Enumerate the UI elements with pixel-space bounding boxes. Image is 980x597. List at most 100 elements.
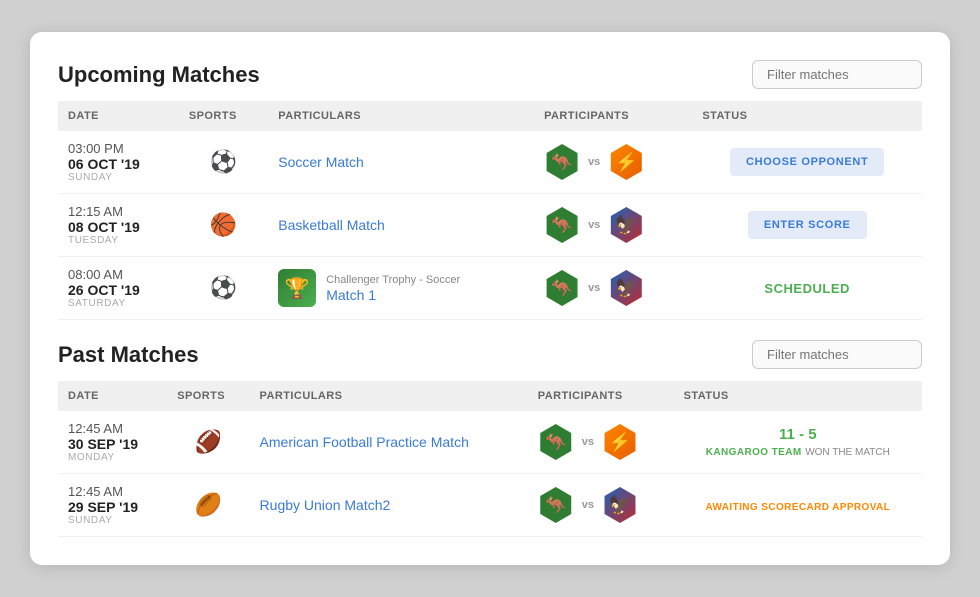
match-date: 08 OCT '19 [68,219,169,235]
participants-col: 🦘 vs 🦅 [534,194,692,257]
sport-icon-soccer: ⚽ [189,149,258,175]
status-cell: SCHEDULED [692,257,922,320]
status-cell: ENTER SCORE [692,194,922,257]
team2-hex: ⚡ [608,144,644,180]
status-cell: 11 - 5 KANGAROO TEAM WON THE MATCH [674,411,922,474]
participants-cell: 🦘 vs 🦅 [544,270,682,306]
main-card: Upcoming Matches DATE SPORTS PARTICULARS… [30,32,950,565]
status-cell: AWAITING SCORECARD APPROVAL [674,474,922,537]
sport-cell: 🏈 [167,411,249,474]
team2-hex: 🦅 [602,487,638,523]
col-particulars-past: PARTICULARS [250,381,528,411]
col-date-upcoming: DATE [58,101,179,131]
participants-col: 🦘 vs 🦅 [534,257,692,320]
past-table: DATE SPORTS PARTICULARS PARTICIPANTS STA… [58,381,922,537]
sport-cell: ⚽ [179,257,268,320]
particular-sub: Challenger Trophy - Soccer [326,274,460,286]
particular-cell: Soccer Match [268,131,534,194]
team2-hex: 🦅 [608,270,644,306]
particular-link[interactable]: Match 1 [326,287,376,303]
team2-hex: ⚡ [602,424,638,460]
match-date: 26 OCT '19 [68,282,169,298]
team1-hex: 🦘 [544,144,580,180]
vs-text: vs [588,156,600,168]
team1-hex: 🦘 [538,487,574,523]
col-participants-past: PARTICIPANTS [528,381,674,411]
vs-text: vs [582,436,594,448]
sport-cell: 🏀 [179,194,268,257]
team1-hex: 🦘 [538,424,574,460]
particular-cell: 🏆 Challenger Trophy - Soccer Match 1 [268,257,534,320]
date-cell: 03:00 PM 06 OCT '19 SUNDAY [58,131,179,194]
table-row: 12:15 AM 08 OCT '19 TUESDAY 🏀 Basketball… [58,194,922,257]
participants-cell: 🦘 vs 🦅 [544,207,682,243]
upcoming-section-header: Upcoming Matches [58,60,922,89]
particular-cell: Basketball Match [268,194,534,257]
col-date-past: DATE [58,381,167,411]
past-section-header: Past Matches [58,340,922,369]
score-status: 11 - 5 KANGAROO TEAM WON THE MATCH [684,426,912,458]
table-row: 08:00 AM 26 OCT '19 SATURDAY ⚽ 🏆 Challen… [58,257,922,320]
particular-link[interactable]: Basketball Match [278,217,385,233]
enter-score-button[interactable]: ENTER SCORE [748,211,867,239]
date-cell: 12:15 AM 08 OCT '19 TUESDAY [58,194,179,257]
team1-hex: 🦘 [544,207,580,243]
table-row: 12:45 AM 29 SEP '19 SUNDAY 🏉 Rugby Union… [58,474,922,537]
particular-info: Challenger Trophy - Soccer Match 1 [326,274,460,303]
match-date: 06 OCT '19 [68,156,169,172]
date-cell: 12:45 AM 30 SEP '19 MONDAY [58,411,167,474]
participants-col: 🦘 vs ⚡ [534,131,692,194]
past-filter-input[interactable] [752,340,922,369]
particular-link[interactable]: American Football Practice Match [260,434,469,450]
col-status-upcoming: STATUS [692,101,922,131]
sport-icon-american-football: 🏈 [177,429,239,455]
scheduled-status: SCHEDULED [764,281,850,296]
sport-cell: ⚽ [179,131,268,194]
particular-link[interactable]: Rugby Union Match2 [260,497,391,513]
particular-cell: American Football Practice Match [250,411,528,474]
date-cell: 08:00 AM 26 OCT '19 SATURDAY [58,257,179,320]
vs-text: vs [582,499,594,511]
sport-icon-basketball: 🏀 [189,212,258,238]
match-day: SUNDAY [68,172,169,183]
match-time: 08:00 AM [68,267,169,282]
participants-cell: 🦘 vs ⚡ [538,424,664,460]
vs-text: vs [588,219,600,231]
col-particulars-upcoming: PARTICULARS [268,101,534,131]
sport-cell: 🏉 [167,474,249,537]
vs-text: vs [588,282,600,294]
winner-label: KANGAROO TEAM WON THE MATCH [684,443,912,458]
choose-opponent-button[interactable]: CHOOSE OPPONENT [730,148,884,176]
sport-icon-soccer: ⚽ [189,275,258,301]
participants-cell: 🦘 vs ⚡ [544,144,682,180]
upcoming-filter-input[interactable] [752,60,922,89]
awaiting-status: AWAITING SCORECARD APPROVAL [705,502,890,513]
particular-cell: Rugby Union Match2 [250,474,528,537]
participants-cell: 🦘 vs 🦅 [538,487,664,523]
match-date: 30 SEP '19 [68,436,157,452]
past-title: Past Matches [58,342,199,368]
table-row: 03:00 PM 06 OCT '19 SUNDAY ⚽ Soccer Matc… [58,131,922,194]
match-day: TUESDAY [68,235,169,246]
match-day: SATURDAY [68,298,169,309]
match-time: 12:15 AM [68,204,169,219]
match-date: 29 SEP '19 [68,499,157,515]
team2-hex: 🦅 [608,207,644,243]
col-sports-past: SPORTS [167,381,249,411]
trophy-badge: 🏆 [278,269,316,307]
status-cell: CHOOSE OPPONENT [692,131,922,194]
match-time: 12:45 AM [68,421,157,436]
score-value: 11 - 5 [684,426,912,443]
match-day: SUNDAY [68,515,157,526]
particular-with-badge: 🏆 Challenger Trophy - Soccer Match 1 [278,269,524,307]
upcoming-table: DATE SPORTS PARTICULARS PARTICIPANTS STA… [58,101,922,320]
sport-icon-rugby: 🏉 [177,492,239,518]
match-time: 03:00 PM [68,141,169,156]
col-participants-upcoming: PARTICIPANTS [534,101,692,131]
past-header-row: DATE SPORTS PARTICULARS PARTICIPANTS STA… [58,381,922,411]
participants-col: 🦘 vs ⚡ [528,411,674,474]
table-row: 12:45 AM 30 SEP '19 MONDAY 🏈 American Fo… [58,411,922,474]
date-cell: 12:45 AM 29 SEP '19 SUNDAY [58,474,167,537]
match-day: MONDAY [68,452,157,463]
particular-link[interactable]: Soccer Match [278,154,364,170]
